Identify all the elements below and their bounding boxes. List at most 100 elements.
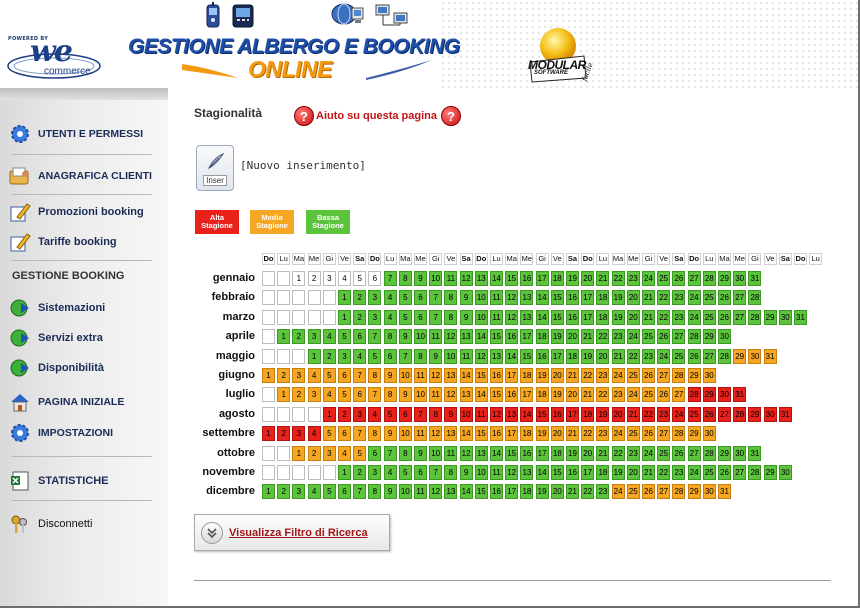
calendar-day-cell[interactable]: 26 [642,368,655,383]
calendar-day-cell[interactable]: 1 [262,426,275,442]
calendar-day-cell[interactable]: 7 [353,426,367,442]
calendar-day-cell[interactable]: 24 [611,484,625,500]
calendar-day-cell[interactable]: 3 [322,445,336,461]
calendar-day-cell[interactable]: 25 [626,426,640,442]
calendar-day-cell[interactable]: 20 [581,445,595,461]
calendar-day-cell[interactable]: 12 [474,348,488,364]
calendar-day-cell[interactable]: 9 [429,348,443,364]
calendar-day-cell[interactable]: 23 [596,426,610,442]
calendar-day-cell[interactable]: 2 [292,329,306,345]
calendar-day-cell[interactable]: 22 [596,329,610,345]
calendar-day-cell[interactable]: 27 [733,309,747,325]
calendar-day-cell[interactable]: 13 [444,368,458,383]
calendar-day-cell[interactable]: 31 [733,387,747,403]
calendar-day-cell[interactable]: 16 [505,387,519,403]
sidebar-item-tariffe-booking[interactable]: Tariffe booking [8,230,158,254]
calendar-day-cell[interactable]: 1 [292,445,306,461]
calendar-day-cell[interactable]: 27 [687,271,701,286]
calendar-day-cell[interactable]: 27 [733,465,747,480]
calendar-day-cell[interactable]: 30 [778,465,792,480]
calendar-day-cell[interactable]: 6 [353,329,367,345]
calendar-day-cell[interactable]: 27 [687,445,701,461]
calendar-day-cell[interactable]: 20 [611,406,625,422]
calendar-day-cell[interactable]: 26 [672,271,686,286]
calendar-day-cell[interactable]: 18 [520,426,534,442]
calendar-day-cell[interactable]: 27 [657,484,671,500]
calendar-day-cell[interactable]: 19 [535,484,549,500]
calendar-day-cell[interactable]: 13 [520,290,534,306]
calendar-day-cell[interactable]: 7 [368,329,382,345]
calendar-day-cell[interactable]: 27 [672,387,686,403]
calendar-day-cell[interactable]: 14 [535,290,549,306]
sidebar-item-sistemazioni[interactable]: Sistemazioni [8,296,158,320]
calendar-day-cell[interactable]: 7 [383,271,397,286]
calendar-day-cell[interactable]: 21 [596,445,610,461]
calendar-day-cell[interactable]: 11 [459,348,473,364]
calendar-day-cell[interactable]: 4 [353,348,367,364]
calendar-day-cell[interactable]: 21 [596,271,610,286]
calendar-day-cell[interactable]: 28 [702,445,716,461]
calendar-day-cell[interactable]: 17 [520,387,534,403]
calendar-day-cell[interactable]: 19 [550,387,564,403]
calendar-day-cell[interactable]: 15 [550,290,564,306]
calendar-day-cell[interactable]: 10 [459,406,473,422]
calendar-day-cell[interactable]: 3 [338,348,351,364]
calendar-day-cell[interactable]: 31 [778,406,792,422]
calendar-day-cell[interactable]: 21 [581,329,595,345]
calendar-day-cell[interactable]: 4 [383,309,397,325]
calendar-day-cell[interactable]: 7 [429,290,443,306]
calendar-day-cell[interactable]: 1 [322,406,336,422]
calendar-day-cell[interactable]: 11 [429,329,443,345]
calendar-day-cell[interactable]: 29 [733,348,747,364]
calendar-day-cell[interactable]: 15 [520,348,534,364]
calendar-day-cell[interactable]: 8 [368,426,382,442]
calendar-day-cell[interactable]: 11 [444,271,458,286]
calendar-day-cell[interactable]: 16 [505,329,519,345]
calendar-day-cell[interactable]: 14 [490,445,503,461]
calendar-day-cell[interactable]: 21 [611,348,625,364]
calendar-day-cell[interactable]: 10 [398,484,412,500]
calendar-day-cell[interactable]: 12 [444,387,458,403]
calendar-day-cell[interactable]: 23 [657,406,671,422]
calendar-day-cell[interactable]: 14 [535,309,549,325]
calendar-day-cell[interactable]: 5 [368,348,382,364]
calendar-day-cell[interactable]: 28 [748,465,762,480]
calendar-day-cell[interactable]: 13 [505,406,519,422]
calendar-day-cell[interactable]: 11 [474,406,488,422]
sidebar-item-pagina-iniziale[interactable]: PAGINA INIZIALE [8,390,158,414]
calendar-day-cell[interactable]: 15 [490,387,503,403]
calendar-day-cell[interactable]: 14 [520,406,534,422]
calendar-day-cell[interactable]: 29 [748,406,762,422]
calendar-day-cell[interactable]: 27 [657,368,671,383]
calendar-day-cell[interactable]: 18 [596,309,610,325]
calendar-day-cell[interactable]: 12 [429,426,443,442]
calendar-day-cell[interactable]: 19 [566,445,579,461]
calendar-day-cell[interactable]: 8 [414,348,427,364]
calendar-day-cell[interactable]: 19 [611,465,625,480]
calendar-day-cell[interactable]: 10 [398,368,412,383]
calendar-day-cell[interactable]: 17 [581,309,595,325]
calendar-day-cell[interactable]: 10 [474,290,488,306]
calendar-day-cell[interactable]: 23 [672,290,686,306]
calendar-day-cell[interactable]: 22 [581,368,595,383]
calendar-day-cell[interactable]: 10 [398,426,412,442]
calendar-day-cell[interactable]: 22 [581,484,595,500]
calendar-day-cell[interactable]: 8 [429,406,443,422]
calendar-day-cell[interactable]: 25 [657,445,671,461]
calendar-day-cell[interactable]: 8 [398,271,412,286]
calendar-day-cell[interactable]: 11 [414,426,427,442]
calendar-day-cell[interactable]: 20 [626,290,640,306]
calendar-day-cell[interactable]: 10 [429,271,443,286]
calendar-day-cell[interactable]: 4 [322,329,336,345]
sidebar-item-disconnetti[interactable]: Disconnetti [8,512,158,536]
calendar-day-cell[interactable]: 12 [505,290,519,306]
calendar-day-cell[interactable]: 4 [338,445,351,461]
calendar-day-cell[interactable]: 28 [672,368,686,383]
calendar-day-cell[interactable]: 19 [566,271,579,286]
calendar-day-cell[interactable]: 16 [490,426,503,442]
calendar-day-cell[interactable]: 26 [642,426,655,442]
calendar-day-cell[interactable]: 7 [353,368,367,383]
calendar-day-cell[interactable]: 10 [444,348,458,364]
calendar-day-cell[interactable]: 25 [702,465,716,480]
calendar-day-cell[interactable]: 3 [368,465,382,480]
